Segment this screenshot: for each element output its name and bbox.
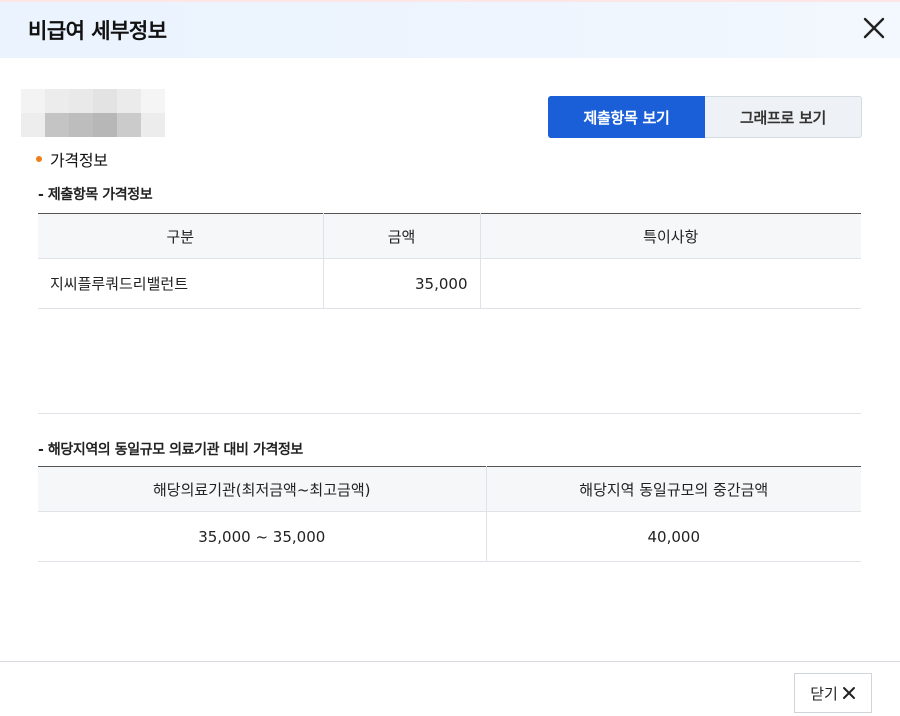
- regional-comparison-table: 해당의료기관(최저금액~최고금액) 해당지역 동일규모의 중간금액 35,000…: [38, 466, 861, 562]
- section-title: 가격정보: [50, 151, 108, 170]
- close-icon: [842, 687, 855, 699]
- column-header-note: 특이사항: [480, 213, 861, 259]
- modal-close-button[interactable]: [858, 12, 890, 44]
- column-header-amount: 금액: [323, 213, 481, 259]
- section-heading: 가격정보: [36, 147, 108, 171]
- submitted-items-view-button[interactable]: 제출항목 보기: [548, 96, 705, 138]
- section-divider: [38, 413, 861, 414]
- table-row: 지씨플루쿼드리밸런트 35,000: [38, 258, 861, 309]
- column-header-institution-range: 해당의료기관(최저금액~최고금액): [38, 466, 487, 512]
- cell-price-range: 35,000 ~ 35,000: [38, 511, 487, 562]
- close-button-label: 닫기: [810, 684, 838, 703]
- close-button[interactable]: 닫기: [794, 673, 872, 713]
- cell-amount: 35,000: [323, 258, 481, 309]
- submitted-price-table: 구분 금액 특이사항 지씨플루쿼드리밸런트 35,000: [38, 213, 861, 309]
- submitted-price-subtitle: - 제출항목 가격정보: [38, 187, 153, 203]
- cell-category: 지씨플루쿼드리밸런트: [38, 258, 324, 309]
- table-header-row: 구분 금액 특이사항: [38, 213, 861, 259]
- cell-note: [480, 258, 861, 309]
- close-icon: [863, 17, 885, 39]
- column-header-regional-median: 해당지역 동일규모의 중간금액: [486, 466, 861, 512]
- regional-comparison-subtitle: - 해당지역의 동일규모 의료기관 대비 가격정보: [38, 442, 303, 458]
- table-header-row: 해당의료기관(최저금액~최고금액) 해당지역 동일규모의 중간금액: [38, 466, 861, 512]
- footer-divider: [0, 661, 900, 662]
- modal-header: 비급여 세부정보: [0, 2, 900, 58]
- cell-median-price: 40,000: [486, 511, 861, 562]
- view-toggle: 제출항목 보기 그래프로 보기: [548, 96, 862, 138]
- graph-view-button[interactable]: 그래프로 보기: [705, 96, 862, 138]
- table-row: 35,000 ~ 35,000 40,000: [38, 511, 861, 562]
- column-header-category: 구분: [38, 213, 324, 259]
- modal-title: 비급여 세부정보: [28, 19, 167, 43]
- blurred-institution-name: [21, 89, 165, 137]
- bullet-icon: [36, 156, 42, 162]
